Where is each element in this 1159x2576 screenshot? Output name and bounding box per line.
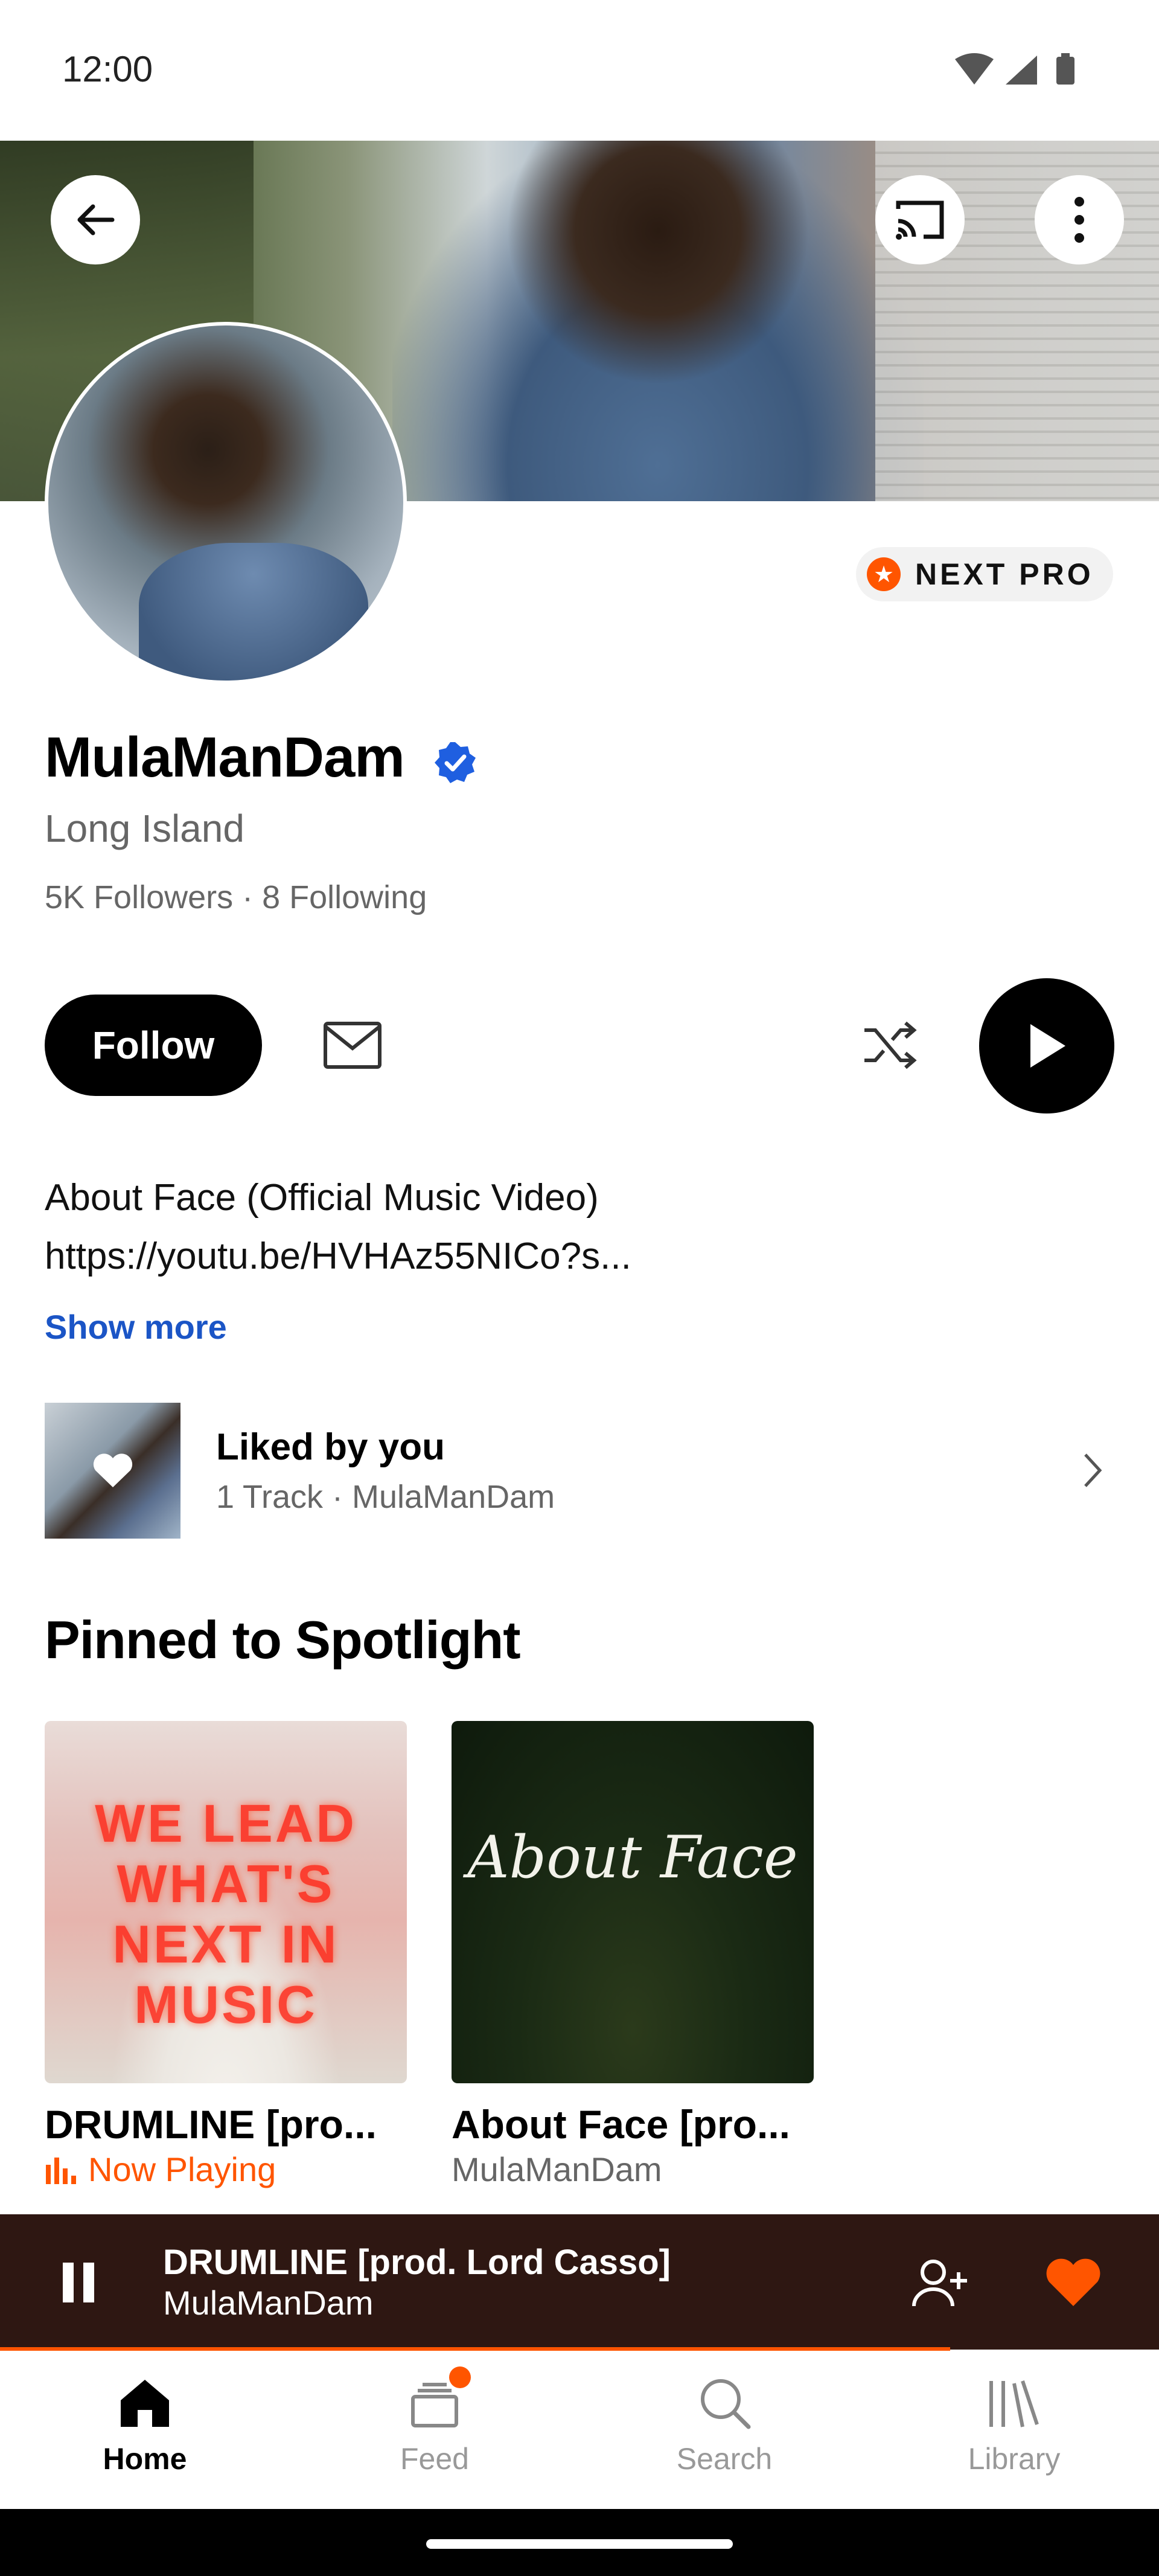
nav-search[interactable]: Search — [580, 2351, 869, 2509]
now-playing-status: Now Playing — [45, 2150, 276, 2189]
mini-player-title: DRUMLINE [prod. Lord Casso] — [163, 2243, 671, 2282]
add-user-icon[interactable] — [910, 2257, 968, 2308]
notification-dot — [449, 2366, 471, 2388]
card-artwork: WE LEAD WHAT'S NEXT IN MUSIC — [45, 1721, 407, 2083]
nav-feed[interactable]: Feed — [290, 2351, 580, 2509]
liked-thumbnail — [45, 1403, 180, 1539]
arrow-left-icon — [77, 204, 115, 235]
cast-icon — [896, 200, 944, 240]
shuffle-icon[interactable] — [862, 1020, 918, 1070]
search-icon — [701, 2379, 751, 2429]
mini-player[interactable]: DRUMLINE [prod. Lord Casso] MulaManDam — [0, 2214, 1159, 2351]
show-more-link[interactable]: Show more — [45, 1307, 227, 1347]
equalizer-icon — [46, 2157, 76, 2184]
card-title: About Face [pro... — [452, 2102, 790, 2147]
library-icon — [989, 2380, 1039, 2427]
gesture-handle[interactable] — [426, 2539, 733, 2549]
home-icon — [121, 2380, 169, 2427]
heart-icon — [93, 1453, 133, 1487]
profile-location: Long Island — [45, 807, 244, 850]
message-icon[interactable] — [322, 1020, 383, 1070]
follow-button[interactable]: Follow — [45, 995, 262, 1096]
star-icon: ★ — [867, 557, 901, 591]
like-heart-icon[interactable] — [1044, 2258, 1102, 2308]
play-button[interactable] — [979, 978, 1114, 1113]
liked-title: Liked by you — [216, 1426, 445, 1468]
card-artwork: About Face — [452, 1721, 814, 2083]
nav-home[interactable]: Home — [0, 2351, 290, 2509]
artwork-text: About Face — [467, 1824, 798, 1891]
next-pro-badge: ★ NEXT PRO — [856, 547, 1113, 601]
mini-player-artist: MulaManDam — [163, 2284, 374, 2322]
artwork-text: WE LEAD WHAT'S NEXT IN MUSIC — [95, 1793, 357, 2034]
signal-icon — [1006, 56, 1037, 85]
status-time: 12:00 — [62, 49, 153, 89]
gesture-bar — [0, 2509, 1159, 2576]
profile-description: About Face (Official Music Video) https:… — [45, 1168, 1071, 1286]
more-vertical-icon — [1074, 197, 1084, 243]
verified-icon — [435, 742, 476, 783]
status-bar: 12:00 — [0, 0, 1159, 141]
follower-stats[interactable]: 5K Followers · 8 Following — [45, 879, 427, 916]
avatar — [45, 322, 407, 684]
section-title: Pinned to Spotlight — [45, 1610, 521, 1670]
description-link[interactable]: https://youtu.be/HVHAz55NICo?s... — [45, 1227, 1071, 1286]
cast-button[interactable] — [875, 175, 965, 264]
profile-name: MulaManDam — [45, 725, 405, 789]
description-line: About Face (Official Music Video) — [45, 1177, 599, 1219]
battery-icon — [1056, 57, 1074, 85]
pause-icon[interactable] — [60, 2261, 97, 2304]
bottom-nav: Home Feed Search Library — [0, 2351, 1159, 2509]
status-icons — [955, 53, 1074, 85]
more-options-button[interactable] — [1035, 175, 1124, 264]
play-icon — [1030, 1024, 1065, 1068]
nav-library[interactable]: Library — [869, 2351, 1159, 2509]
card-subtitle: MulaManDam — [452, 2150, 662, 2188]
liked-subtitle: 1 Track · MulaManDam — [216, 1479, 555, 1515]
wifi-icon — [955, 53, 994, 85]
back-button[interactable] — [51, 175, 140, 264]
chevron-right-icon — [1084, 1453, 1102, 1487]
liked-by-you-row[interactable]: Liked by you 1 Track · MulaManDam — [45, 1403, 1114, 1539]
card-title: DRUMLINE [pro... — [45, 2102, 377, 2147]
